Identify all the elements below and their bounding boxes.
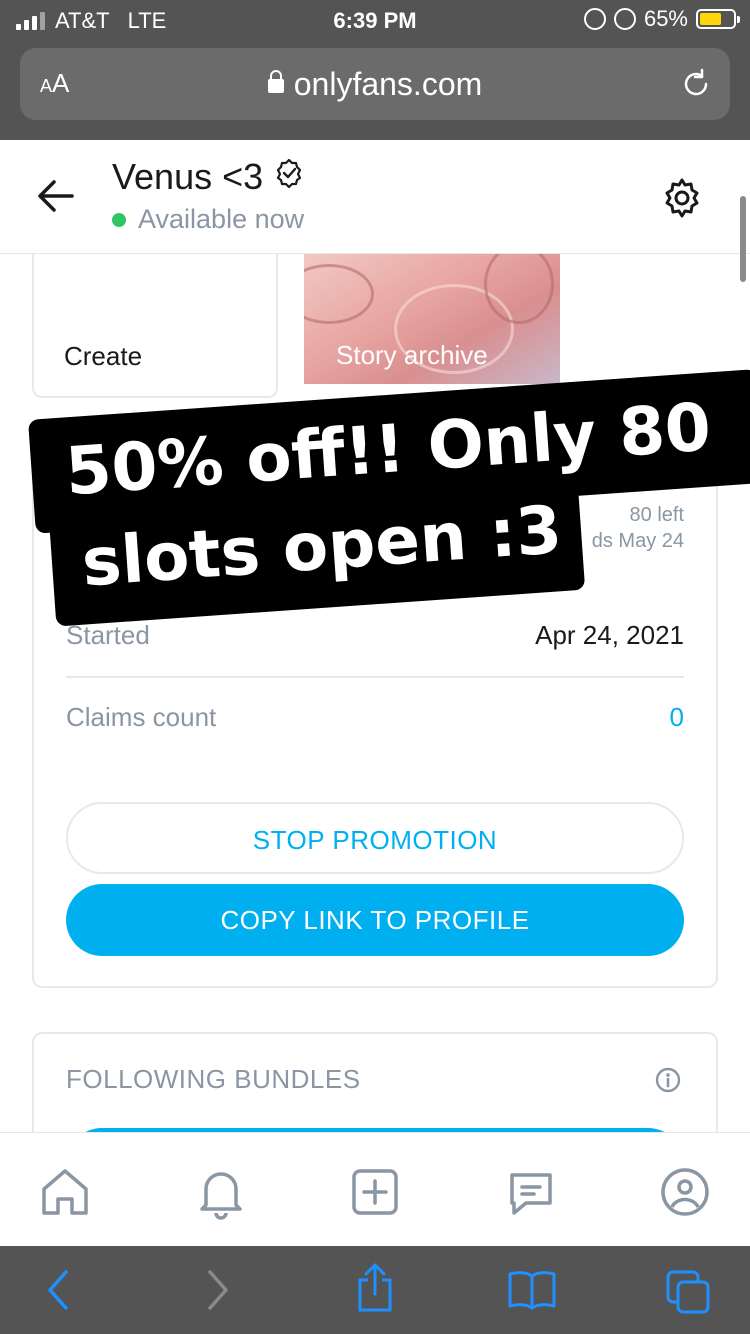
back-icon[interactable] (44, 1268, 74, 1317)
story-archive-label: Story archive (336, 340, 488, 370)
battery-icon (696, 9, 740, 29)
home-icon[interactable] (36, 1163, 94, 1226)
browser-chrome: AT&T LTE 6:39 PM 65% AA onlyfans.com (0, 0, 750, 140)
orientation-lock-icon (583, 8, 606, 30)
forward-icon[interactable] (202, 1268, 232, 1317)
profile-icon[interactable] (656, 1163, 714, 1226)
copy-link-button[interactable]: COPY LINK TO PROFILE (66, 884, 684, 956)
notifications-icon[interactable] (192, 1163, 250, 1226)
divider (66, 676, 684, 678)
safari-toolbar (0, 1246, 750, 1334)
url-display[interactable]: onlyfans.com (20, 66, 730, 103)
battery-fill (700, 13, 721, 25)
claims-row: Claims count 0 (66, 702, 684, 733)
profile-name: Venus <3 (112, 156, 305, 198)
tabs-icon[interactable] (664, 1268, 714, 1321)
verified-badge-icon (273, 156, 305, 198)
add-post-icon[interactable] (346, 1163, 404, 1226)
lock-icon (267, 70, 284, 93)
claims-label: Claims count (66, 702, 217, 732)
bottom-nav (0, 1132, 750, 1246)
story-archive-card[interactable]: Story archive (304, 254, 560, 384)
share-icon[interactable] (354, 1262, 396, 1319)
status-bar: AT&T LTE 6:39 PM 65% (0, 0, 750, 42)
claims-value: 0 (669, 702, 684, 732)
bundles-title: FOLLOWING BUNDLES (66, 1064, 361, 1094)
reload-icon[interactable] (680, 68, 712, 105)
create-highlight-card[interactable]: Create highlight (32, 254, 278, 443)
info-icon[interactable] (654, 1066, 682, 1099)
alarm-icon (613, 8, 636, 30)
battery-percent: 65% (643, 6, 688, 31)
messages-icon[interactable] (502, 1163, 560, 1226)
profile-header: Venus <3 Available now (0, 140, 750, 254)
promo-sticker-overlay: 50% off!! Only 80 slots open :3 (28, 369, 750, 651)
started-value: Apr 24, 2021 (535, 620, 684, 650)
status-right: 65% (583, 6, 740, 32)
availability-text: Available now (138, 204, 305, 234)
profile-name-text: Venus <3 (112, 156, 264, 197)
online-dot-icon (112, 212, 126, 227)
url-text: onlyfans.com (293, 66, 483, 102)
gear-icon[interactable] (660, 176, 704, 225)
bookmarks-icon[interactable] (506, 1268, 558, 1317)
scrollbar[interactable] (740, 196, 746, 282)
stop-promotion-button[interactable]: STOP PROMOTION (66, 802, 684, 874)
back-arrow-icon[interactable] (36, 178, 76, 219)
availability-status: Available now (112, 204, 304, 235)
address-bar[interactable]: AA onlyfans.com (20, 48, 730, 120)
